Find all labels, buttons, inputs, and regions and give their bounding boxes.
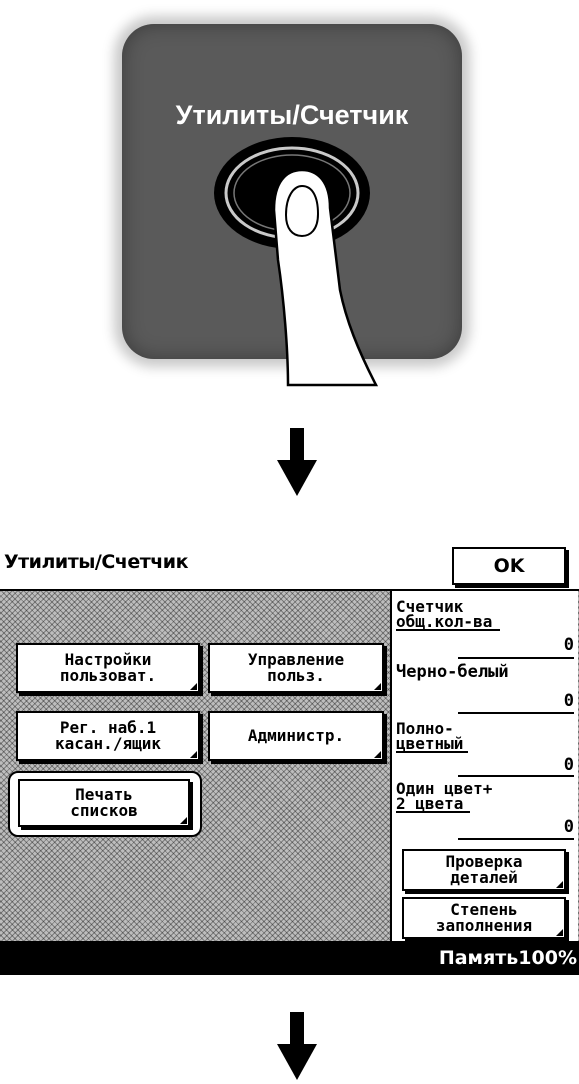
button-label: польз. xyxy=(267,666,325,685)
button-label: касан./ящик xyxy=(55,734,161,753)
corner-marker-icon xyxy=(374,683,381,690)
corner-marker-icon xyxy=(374,751,381,758)
counter-panel: Счетчик общ.кол-ва 0 Черно-белый 0 Полно… xyxy=(390,589,578,943)
one-touch-box-registration-button[interactable]: Рег. наб.1 касан./ящик xyxy=(16,711,200,761)
corner-marker-icon xyxy=(556,929,563,936)
button-label: Администр. xyxy=(247,726,345,745)
label-underline xyxy=(396,751,468,753)
counter-single-two-value: 0 xyxy=(563,817,574,837)
screen-title: Утилиты/Счетчик xyxy=(4,551,188,573)
counter-fullcolor-value: 0 xyxy=(563,755,574,775)
memory-status: Память100% xyxy=(438,947,577,969)
user-settings-button[interactable]: Настройки пользоват. xyxy=(16,643,200,693)
corner-marker-icon xyxy=(180,817,187,824)
key-press-illustration xyxy=(214,137,379,387)
corner-marker-icon xyxy=(190,751,197,758)
print-lists-button[interactable]: Печать списков xyxy=(18,779,190,827)
user-management-button[interactable]: Управление польз. xyxy=(208,643,384,693)
counter-underline xyxy=(458,712,574,714)
counter-single-two-label-2: 2 цвета xyxy=(396,794,464,813)
down-arrow-icon xyxy=(277,1012,317,1080)
counter-fullcolor-label-2: цветный xyxy=(396,734,464,753)
check-details-button[interactable]: Проверка деталей xyxy=(402,849,566,891)
down-arrow-icon xyxy=(277,428,317,496)
button-label: пользоват. xyxy=(59,666,157,685)
corner-marker-icon xyxy=(556,881,563,888)
counter-underline xyxy=(458,657,574,659)
label-underline xyxy=(396,629,500,631)
administrator-button[interactable]: Администр. xyxy=(208,711,384,761)
status-bar: Память100% xyxy=(0,941,579,975)
counter-black-label: Черно-белый xyxy=(396,662,509,682)
button-label: деталей xyxy=(450,868,518,887)
utility-counter-screen: Утилиты/Счетчик OK Настройки пользоват. … xyxy=(0,545,579,975)
counter-underline xyxy=(458,775,574,777)
counter-total-label-2: общ.кол-ва xyxy=(396,612,493,631)
corner-marker-icon xyxy=(190,683,197,690)
button-label: списков xyxy=(70,801,138,820)
counter-underline xyxy=(458,838,574,840)
coverage-rate-button[interactable]: Степень заполнения xyxy=(402,897,566,939)
ok-button[interactable]: OK xyxy=(452,547,566,585)
label-underline xyxy=(396,811,470,813)
counter-total-value: 0 xyxy=(563,635,574,655)
counter-black-value: 0 xyxy=(563,691,574,711)
button-label: заполнения xyxy=(435,916,533,935)
